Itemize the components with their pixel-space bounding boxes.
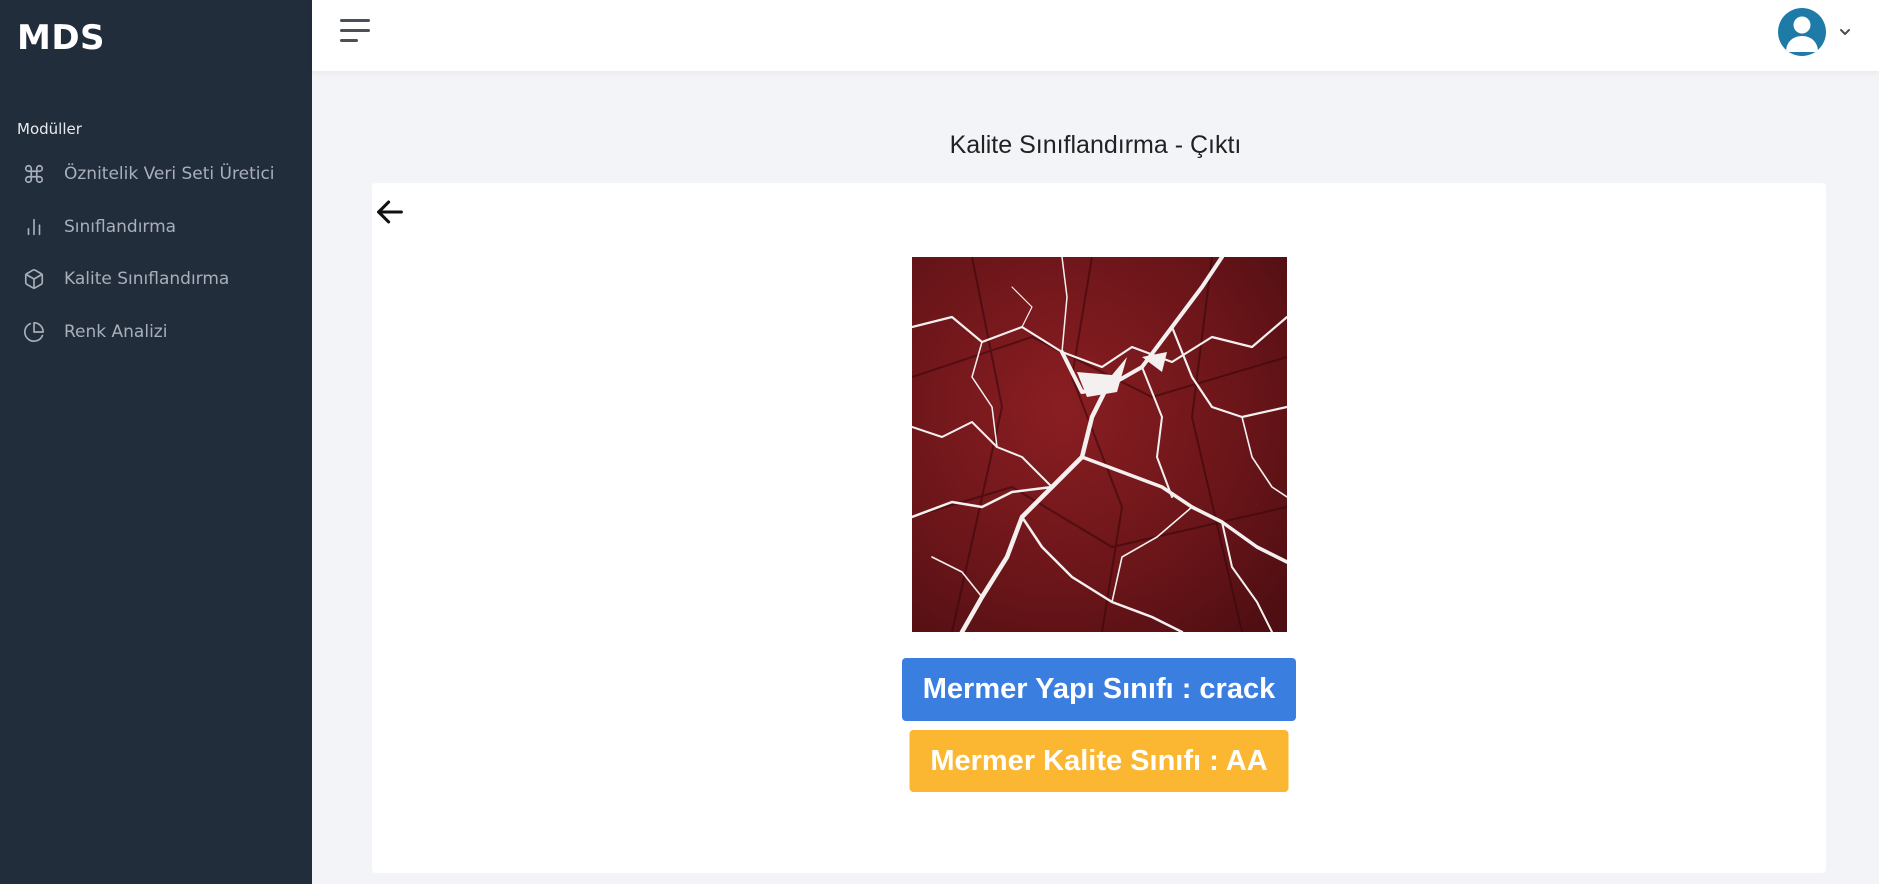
sidebar-item-renk-analizi[interactable]: Renk Analizi [0,306,312,359]
sidebar-item-siniflandirma[interactable]: Sınıflandırma [0,201,312,254]
arrow-left-icon[interactable] [373,195,407,229]
structure-class-button[interactable]: Mermer Yapı Sınıfı : crack [902,658,1296,721]
sidebar-item-label: Sınıflandırma [64,216,177,237]
sidebar-item-label: Renk Analizi [64,321,168,342]
marble-image [912,257,1287,632]
hamburger-icon[interactable] [340,16,372,44]
page-title: Kalite Sınıflandırma - Çıktı [949,131,1242,159]
sidebar-item-oznitelik-veri-seti-uretici[interactable]: Öznitelik Veri Seti Üretici [0,148,312,201]
sidebar-section-label: Modüller [17,120,82,138]
box-icon [22,267,46,291]
brand-logo[interactable]: MDS [17,18,105,58]
pie-chart-icon [22,320,46,344]
sidebar-item-label: Kalite Sınıflandırma [64,269,230,290]
user-avatar-icon[interactable] [1778,8,1826,56]
sidebar: MDS Modüller Öznitelik Veri Seti Üretici… [0,0,312,884]
chevron-down-icon[interactable] [1838,24,1852,38]
result-card: Mermer Yapı Sınıfı : crack Mermer Kalite… [372,183,1826,873]
bar-chart-icon [22,215,46,239]
sidebar-item-kalite-siniflandirma[interactable]: Kalite Sınıflandırma [0,253,312,306]
sidebar-nav: Öznitelik Veri Seti Üretici Sınıflandırm… [0,148,312,358]
top-bar [312,0,1879,71]
sidebar-item-label: Öznitelik Veri Seti Üretici [64,164,275,185]
quality-class-button[interactable]: Mermer Kalite Sınıfı : AA [909,730,1289,792]
command-icon [22,162,46,186]
